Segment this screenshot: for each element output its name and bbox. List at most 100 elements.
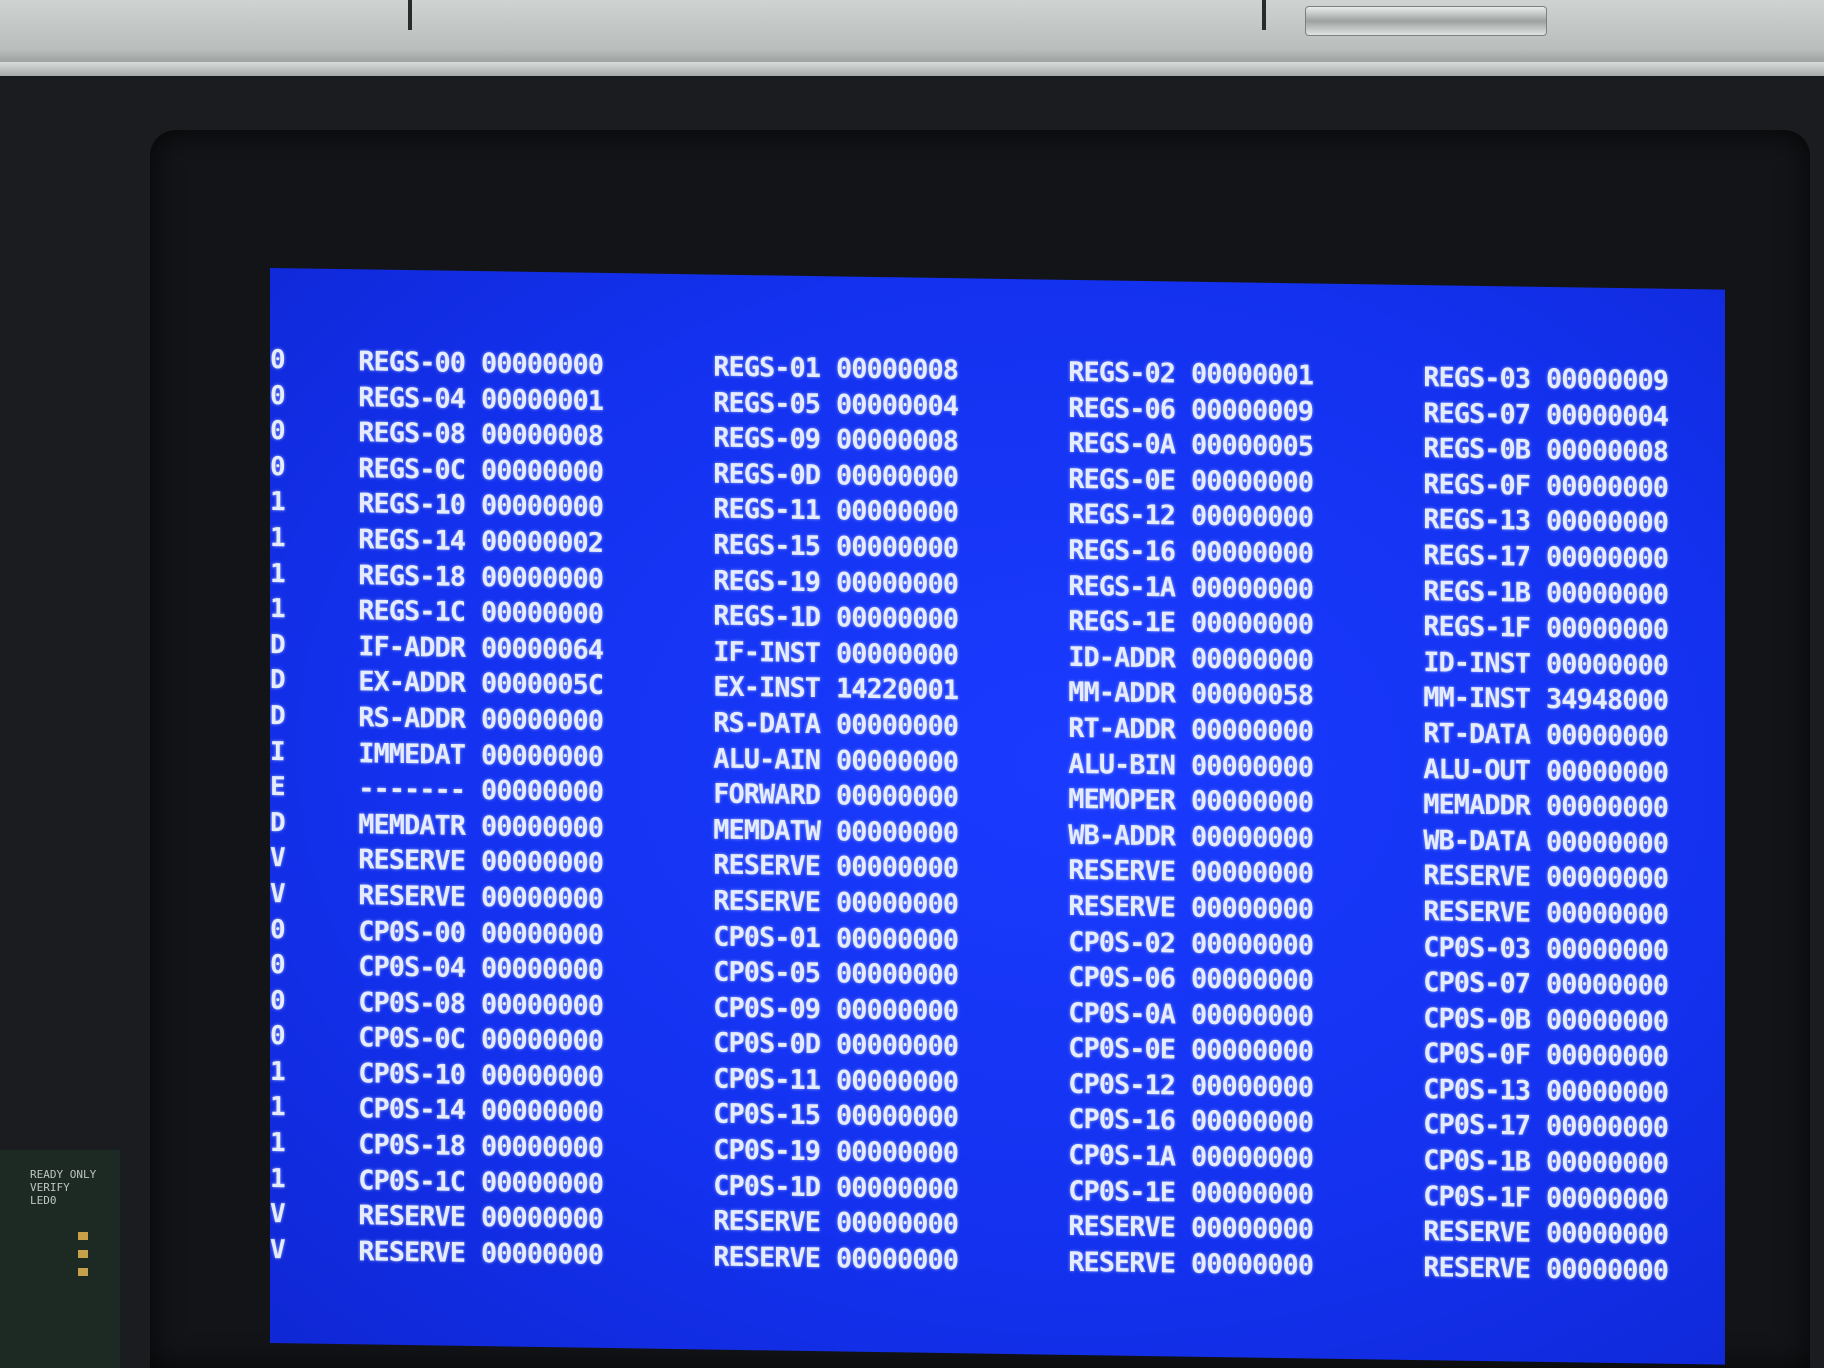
register-row: CP0S-02 00000000 bbox=[1020, 924, 1313, 964]
register-label: REGS-11 bbox=[713, 493, 820, 527]
row-marker: 1 bbox=[270, 487, 286, 518]
register-row: REGS-1E 00000000 bbox=[1020, 603, 1313, 643]
register-label: RT-ADDR bbox=[1068, 712, 1175, 746]
register-row: CP0S-10 00000000 bbox=[310, 1055, 603, 1095]
register-row: REGS-01 00000008 bbox=[665, 349, 958, 389]
register-row: RS-ADDR 00000000 bbox=[310, 700, 603, 740]
register-value: 00000000 bbox=[836, 638, 959, 671]
register-row: CP0S-0D 00000000 bbox=[665, 1025, 958, 1065]
register-row: CP0S-1C 00000000 bbox=[310, 1162, 603, 1202]
register-row: CP0S-01 00000000 bbox=[665, 918, 958, 958]
register-value: 00000000 bbox=[836, 922, 959, 956]
chip-icon bbox=[78, 1268, 88, 1276]
register-label: RS-ADDR bbox=[358, 702, 465, 735]
row-marker: 0 bbox=[270, 914, 286, 945]
row-marker: 0 bbox=[270, 1021, 286, 1052]
register-row: ------- 00000000 bbox=[310, 771, 603, 811]
register-value: 00000000 bbox=[1191, 1177, 1314, 1211]
register-label: REGS-17 bbox=[1423, 540, 1530, 573]
register-value: 00000000 bbox=[481, 882, 604, 915]
register-row: REGS-0E 00000000 bbox=[1020, 461, 1313, 501]
register-label: CP0S-07 bbox=[1423, 967, 1530, 1000]
row-marker: D bbox=[270, 665, 286, 696]
register-value: 00000000 bbox=[481, 490, 604, 524]
register-label: REGS-1A bbox=[1068, 570, 1175, 603]
register-row: MEMADDR 00000000 bbox=[1375, 787, 1668, 827]
register-row: RESERVE 00000000 bbox=[665, 847, 958, 887]
register-label: CP0S-18 bbox=[358, 1129, 465, 1162]
register-row: RESERVE 00000000 bbox=[310, 842, 603, 882]
register-label: RESERVE bbox=[1423, 860, 1530, 894]
row-marker: 0 bbox=[270, 416, 286, 447]
register-value: 00000000 bbox=[1191, 999, 1314, 1033]
register-value: 00000000 bbox=[836, 994, 959, 1027]
register-row: REGS-02 00000001 bbox=[1020, 354, 1313, 394]
register-value: 00000000 bbox=[1191, 928, 1314, 961]
register-value: 00000000 bbox=[1546, 1040, 1669, 1074]
register-row: CP0S-1A 00000000 bbox=[1020, 1137, 1313, 1177]
row-marker: 1 bbox=[270, 522, 286, 554]
register-label: CP0S-0D bbox=[713, 1027, 820, 1061]
register-value: 00000000 bbox=[1191, 856, 1314, 890]
chip-icon bbox=[78, 1250, 88, 1258]
register-row: REGS-1D 00000000 bbox=[665, 598, 958, 638]
register-label: RESERVE bbox=[713, 1205, 820, 1239]
register-row: REGS-08 00000008 bbox=[310, 415, 603, 455]
register-label: RESERVE bbox=[358, 880, 465, 913]
register-label: REGS-06 bbox=[1068, 392, 1175, 426]
register-label: REGS-09 bbox=[713, 422, 820, 456]
register-label: FORWARD bbox=[713, 778, 820, 812]
register-label: CP0S-05 bbox=[713, 956, 820, 990]
register-value: 00000002 bbox=[481, 526, 604, 559]
register-label: REGS-14 bbox=[358, 524, 465, 557]
register-row: REGS-13 00000000 bbox=[1375, 502, 1668, 542]
background-wall bbox=[0, 0, 1824, 70]
register-row: ALU-AIN 00000000 bbox=[665, 740, 958, 780]
register-label: ------- bbox=[358, 773, 465, 807]
register-value: 00000000 bbox=[481, 739, 604, 773]
register-row: CP0S-03 00000000 bbox=[1375, 929, 1668, 969]
register-value: 00000000 bbox=[1546, 1182, 1669, 1216]
register-label: CP0S-0E bbox=[1068, 1033, 1175, 1066]
register-row: REGS-06 00000009 bbox=[1020, 390, 1313, 430]
register-value: 00000000 bbox=[1191, 1106, 1314, 1139]
register-value: 00000000 bbox=[836, 1029, 959, 1063]
register-value: 00000000 bbox=[1546, 791, 1669, 824]
register-value: 00000000 bbox=[836, 531, 959, 565]
register-label: REGS-03 bbox=[1423, 362, 1530, 395]
register-row: RESERVE 00000000 bbox=[310, 877, 603, 917]
register-label: RESERVE bbox=[1068, 1211, 1175, 1244]
register-row: REGS-0D 00000000 bbox=[665, 456, 958, 496]
register-label: RESERVE bbox=[1068, 855, 1175, 888]
register-label: IF-ADDR bbox=[358, 631, 465, 664]
register-value: 00000000 bbox=[1191, 501, 1314, 534]
register-value: 00000000 bbox=[1191, 821, 1314, 855]
register-value: 00000009 bbox=[1546, 363, 1669, 397]
register-label: REGS-1C bbox=[358, 595, 465, 629]
register-row: REGS-05 00000004 bbox=[665, 384, 958, 424]
register-label: CP0S-14 bbox=[358, 1093, 465, 1127]
register-label: CP0S-10 bbox=[358, 1058, 465, 1091]
register-label: REGS-19 bbox=[713, 565, 820, 598]
register-row: REGS-07 00000004 bbox=[1375, 395, 1668, 435]
register-label: ALU-AIN bbox=[713, 743, 820, 776]
register-label: RESERVE bbox=[713, 1241, 820, 1275]
register-label: MEMDATW bbox=[713, 814, 820, 847]
row-marker: V bbox=[270, 843, 286, 874]
register-label: REGS-07 bbox=[1423, 397, 1530, 431]
register-value: 00000000 bbox=[481, 1095, 604, 1129]
register-label: CP0S-09 bbox=[713, 992, 820, 1025]
register-value: 00000000 bbox=[481, 917, 604, 951]
register-value: 00000000 bbox=[836, 1243, 959, 1277]
register-value: 00000001 bbox=[1191, 358, 1314, 392]
register-value: 00000009 bbox=[1191, 394, 1314, 428]
row-marker: 1 bbox=[270, 1163, 286, 1194]
register-row: CP0S-1B 00000000 bbox=[1375, 1142, 1668, 1182]
register-value: 34948000 bbox=[1546, 684, 1669, 718]
register-label: RT-DATA bbox=[1423, 718, 1530, 751]
register-value: 00000000 bbox=[481, 561, 604, 595]
register-row: RS-DATA 00000000 bbox=[665, 705, 958, 745]
register-value: 00000000 bbox=[836, 887, 959, 921]
register-value: 00000000 bbox=[1191, 607, 1314, 641]
row-marker: V bbox=[270, 1234, 286, 1266]
